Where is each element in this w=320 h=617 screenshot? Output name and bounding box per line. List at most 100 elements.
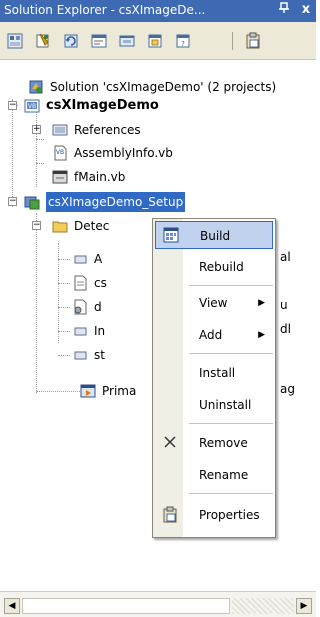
- refresh-icon[interactable]: [62, 32, 80, 50]
- tree-item-dependency[interactable]: d: [72, 297, 162, 317]
- tree-item-dependency[interactable]: A: [72, 249, 162, 269]
- vb-file-icon: VB: [54, 145, 67, 161]
- svg-text:VB: VB: [28, 103, 36, 110]
- form-icon: [52, 170, 68, 184]
- tree-item-dependency[interactable]: st: [72, 345, 162, 365]
- tree-connector: [36, 391, 80, 392]
- tree-item-references[interactable]: References: [52, 120, 252, 140]
- submenu-arrow-icon: ▶: [258, 298, 265, 308]
- submenu-arrow-icon: ▶: [258, 330, 265, 340]
- document-icon: [74, 275, 87, 291]
- panel-titlebar: Solution Explorer - csXImageDe... x: [0, 0, 316, 22]
- setup-project-icon: [24, 196, 40, 210]
- tree-label-overflow: dl: [280, 322, 291, 336]
- panel-title: Solution Explorer - csXImageDe...: [4, 3, 206, 17]
- tree-connector: [36, 163, 44, 164]
- build-icon: [163, 227, 179, 243]
- menu-separator: [189, 423, 273, 424]
- tree-label-overflow: ag: [280, 382, 295, 396]
- menu-item-label: Build: [200, 229, 231, 243]
- remove-icon: [164, 436, 176, 448]
- menu-item-label: Remove: [199, 436, 248, 450]
- svg-text:VB: VB: [56, 149, 64, 156]
- primary-output-icon: [80, 384, 96, 398]
- pin-icon[interactable]: [276, 2, 292, 18]
- context-menu: Build Rebuild View ▶ Add ▶ Install Unins…: [152, 218, 276, 538]
- tree-connector: [58, 307, 70, 308]
- view-designer-icon[interactable]: [118, 32, 136, 50]
- tree-item-assemblyinfo[interactable]: VB AssemblyInfo.vb: [52, 143, 252, 163]
- close-icon: x: [301, 2, 311, 17]
- menu-item-remove[interactable]: Remove: [155, 429, 273, 457]
- menu-item-label: Properties: [199, 508, 260, 522]
- collapse-icon[interactable]: −: [8, 101, 17, 110]
- menu-item-install[interactable]: Install: [155, 359, 273, 387]
- tree-item-label: Prima: [102, 384, 137, 398]
- tree-item-dependency[interactable]: In: [72, 321, 162, 341]
- tree-item-label: References: [74, 123, 141, 137]
- tree-item-project-csximagedemo[interactable]: VB csXImageDemo: [24, 96, 224, 116]
- menu-item-build[interactable]: Build: [155, 221, 273, 249]
- horizontal-scrollbar[interactable]: ◀ ▶: [0, 591, 316, 617]
- scroll-right-button[interactable]: ▶: [296, 598, 312, 614]
- menu-item-label: Add: [199, 328, 223, 342]
- menu-item-label: View: [199, 296, 228, 310]
- collapse-icon[interactable]: −: [8, 197, 17, 206]
- folder-icon: [52, 221, 68, 233]
- clipboard-icon[interactable]: [244, 32, 262, 50]
- menu-item-label: Rebuild: [199, 260, 244, 274]
- scroll-left-button[interactable]: ◀: [4, 598, 20, 614]
- registry-editor-icon[interactable]: ?: [174, 32, 192, 50]
- tree-label-overflow: u: [280, 298, 288, 312]
- tree-connector: [58, 243, 59, 343]
- svg-text:?: ?: [181, 40, 185, 48]
- tree-connector: [36, 213, 37, 393]
- tree-connector: [58, 283, 70, 284]
- menu-item-rename[interactable]: Rename: [155, 461, 273, 489]
- properties-icon: [163, 506, 177, 523]
- view-code-icon[interactable]: [90, 32, 108, 50]
- tree-item-label: csXImageDemo_Setup: [46, 192, 186, 212]
- menu-item-add[interactable]: Add ▶: [155, 321, 273, 349]
- tree-item-label: fMain.vb: [74, 170, 126, 184]
- menu-item-label: Install: [199, 366, 236, 380]
- menu-separator: [189, 353, 273, 354]
- menu-separator: [189, 285, 273, 286]
- assembly-icon: [74, 255, 87, 264]
- expand-icon[interactable]: +: [32, 125, 41, 134]
- solution-icon: [29, 80, 43, 94]
- file-system-editor-icon[interactable]: [146, 32, 164, 50]
- tree-item-label: A: [94, 252, 103, 266]
- left-arrow-icon: ◀: [8, 601, 16, 611]
- menu-item-view[interactable]: View ▶: [155, 289, 273, 317]
- toolbar-separator: [232, 32, 233, 50]
- menu-item-properties[interactable]: Properties: [155, 501, 273, 529]
- tree-item-solution[interactable]: Solution 'csXImageDemo' (2 projects): [28, 77, 316, 97]
- tree-connector: [36, 139, 44, 140]
- scroll-thumb[interactable]: [22, 598, 230, 614]
- tree-item-label: Solution 'csXImageDemo' (2 projects): [50, 80, 277, 94]
- menu-item-rebuild[interactable]: Rebuild: [155, 253, 273, 281]
- menu-item-label: Rename: [199, 468, 249, 482]
- tree-connector: [58, 355, 70, 356]
- tree-item-label: d: [94, 300, 102, 314]
- tree-item-label: cs: [94, 276, 107, 290]
- toolbar: ?: [0, 22, 316, 60]
- tree-item-dependency[interactable]: cs: [72, 273, 162, 293]
- vb-project-icon: VB: [24, 99, 40, 113]
- tree-item-project-setup[interactable]: csXImageDemo_Setup: [24, 192, 254, 212]
- tree-connector: [58, 331, 70, 332]
- tree-item-detected-dependencies[interactable]: Detec: [52, 216, 162, 236]
- tree-item-fmain[interactable]: fMain.vb: [52, 167, 252, 187]
- menu-item-label: Uninstall: [199, 398, 252, 412]
- close-button[interactable]: x: [298, 2, 314, 18]
- references-icon: [52, 124, 68, 136]
- menu-item-uninstall[interactable]: Uninstall: [155, 391, 273, 419]
- scroll-track[interactable]: [232, 598, 294, 614]
- collapse-icon[interactable]: −: [32, 221, 41, 230]
- properties-icon[interactable]: [6, 32, 24, 50]
- tree-connector: [58, 259, 70, 260]
- assembly-icon: [74, 351, 87, 360]
- tree-item-label: In: [94, 324, 106, 338]
- show-all-files-icon[interactable]: [34, 32, 52, 50]
